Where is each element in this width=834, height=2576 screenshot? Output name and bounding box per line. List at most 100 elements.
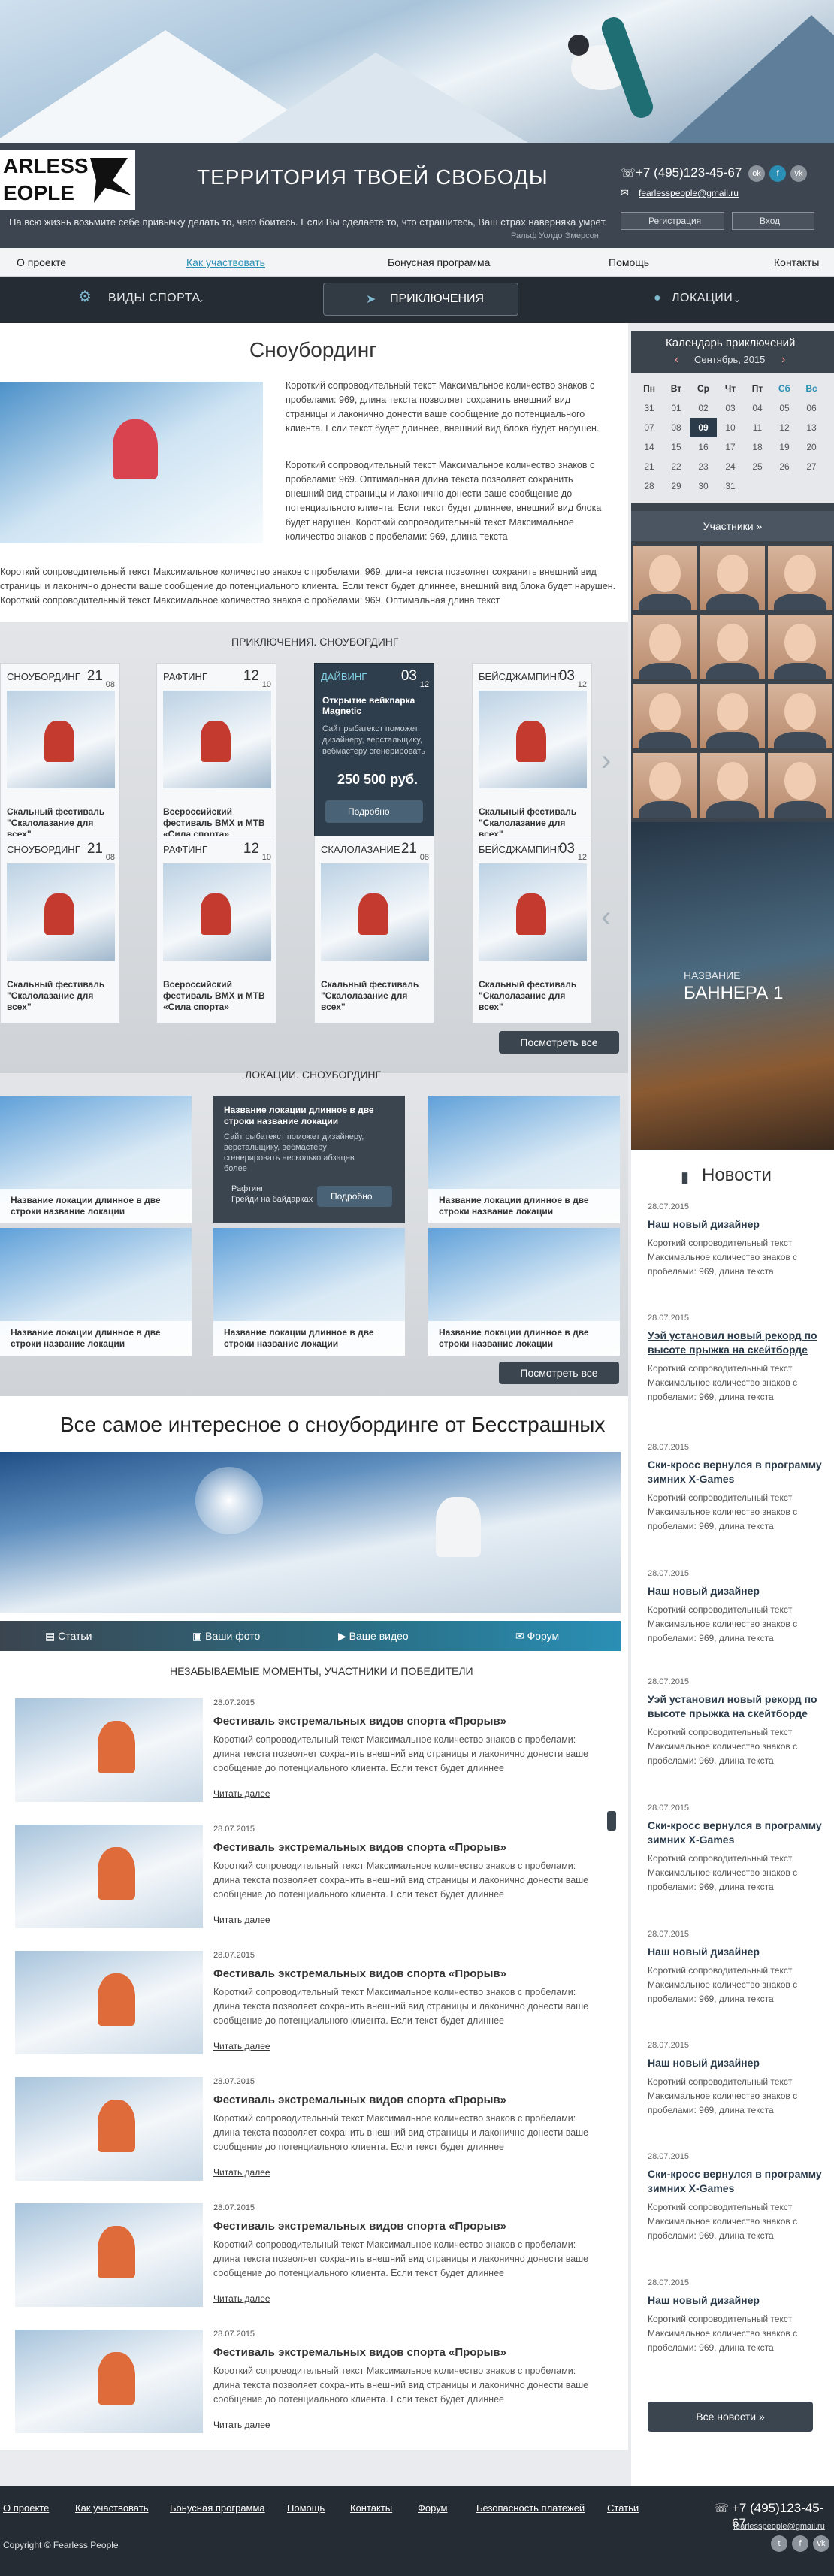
header-email[interactable]: fearlesspeople@gmail.ru [639, 188, 739, 198]
logo[interactable]: ARLESS EOPLE [0, 150, 135, 210]
avatar[interactable] [633, 546, 697, 610]
facebook-icon[interactable]: f [792, 2535, 808, 2552]
avatar[interactable] [768, 753, 832, 818]
news-item[interactable]: 28.07.2015 Наш новый дизайнер Короткий соп… [648, 1569, 828, 1646]
header-phone[interactable]: +7 (495)123-45-67 [636, 165, 742, 180]
article-item[interactable]: 28.07.2015 Фестиваль экстремальных видов … [15, 1698, 609, 1819]
footer-link[interactable]: Безопасность платежей [476, 2502, 585, 2514]
topnav-how-to[interactable]: Как участвовать [186, 256, 265, 268]
details-button[interactable]: Подробно [325, 800, 423, 823]
footer-link[interactable]: О проекте [3, 2502, 49, 2514]
news-item[interactable]: 28.07.2015 Ски-кросс вернулся в программу… [648, 2152, 828, 2243]
avatar[interactable] [768, 684, 832, 748]
calendar-today[interactable]: 09 [690, 418, 717, 437]
arrow-right-icon[interactable]: › [601, 744, 611, 778]
news-item[interactable]: 28.07.2015 Наш новый дизайнер Короткий соп… [648, 2041, 828, 2118]
footer-link[interactable]: Статьи [607, 2502, 639, 2514]
news-item[interactable]: 28.07.2015 Уэй установил новый рекорд по … [648, 1314, 828, 1404]
ad-banner[interactable]: НАЗВАНИЕ БАННЕРА 1 [631, 822, 834, 1150]
footer-link[interactable]: Бонусная программа [170, 2502, 265, 2514]
arrow-right-icon[interactable]: › [781, 353, 785, 367]
avatar[interactable] [633, 615, 697, 679]
read-more-link[interactable]: Читать далее [213, 1788, 270, 1799]
details-button[interactable]: Подробно [317, 1186, 392, 1207]
article-item[interactable]: 28.07.2015 Фестиваль экстремальных видов … [15, 2330, 609, 2450]
footer-link[interactable]: Контакты [350, 2502, 392, 2514]
topnav-contacts[interactable]: Контакты [774, 256, 819, 268]
adventure-card[interactable]: СКАЛОЛАЗАНИЕ 21 08 Скальный фестиваль "Ска… [314, 836, 434, 1023]
news-item[interactable]: 28.07.2015 Наш новый дизайнер Короткий соп… [648, 1202, 828, 1279]
nav-adventures[interactable]: ➤ ПРИКЛЮЧЕНИЯ [323, 283, 518, 316]
vk-icon[interactable]: vk [813, 2535, 829, 2552]
tab-forum[interactable]: ✉ Форум [515, 1621, 559, 1651]
topnav-bonus[interactable]: Бонусная программа [388, 256, 490, 268]
adventure-card[interactable]: РАФТИНГ 12 10 Всероссийский фестиваль ВМХ … [156, 836, 276, 1023]
location-card[interactable]: Название локации длинное в две строки на… [428, 1228, 620, 1356]
footer [0, 2486, 834, 2576]
avatar[interactable] [768, 546, 832, 610]
arrow-left-icon[interactable]: ‹ [601, 900, 611, 934]
intro-paragraph-1: Короткий сопроводительный текст Максимал… [286, 380, 600, 434]
location-card-active[interactable]: Название локации длинное в две строки на… [213, 1096, 405, 1223]
article-item[interactable]: 28.07.2015 Фестиваль экстремальных видов … [15, 2203, 609, 2324]
article-item[interactable]: 28.07.2015 Фестиваль экстремальных видов … [15, 2077, 609, 2197]
read-more-link[interactable]: Читать далее [213, 2167, 270, 2178]
read-more-link[interactable]: Читать далее [213, 2041, 270, 2051]
avatar[interactable] [700, 615, 765, 679]
news-item[interactable]: 28.07.2015 Наш новый дизайнер Короткий соп… [648, 1930, 828, 2006]
news-item[interactable]: 28.07.2015 Уэй установил новый рекорд по … [648, 1677, 828, 1768]
location-card[interactable]: Название локации длинное в две строки на… [0, 1096, 192, 1223]
adventure-card[interactable]: БЕЙСДЖАМПИНГ 03 12 Скальный фестиваль "Ска… [472, 663, 592, 851]
all-news-button[interactable]: Все новости » [648, 2402, 813, 2432]
read-more-link[interactable]: Читать далее [213, 2293, 270, 2304]
view-all-locations-button[interactable]: Посмотреть все [499, 1362, 619, 1384]
footer-link[interactable]: Как участвовать [75, 2502, 148, 2514]
facebook-icon[interactable]: f [769, 165, 786, 182]
nav-sports[interactable]: ВИДЫ СПОРТА [108, 292, 200, 305]
avatar[interactable] [633, 753, 697, 818]
tab-articles[interactable]: ▤ Статьи [45, 1621, 92, 1651]
participants-button[interactable]: Участники » [631, 511, 834, 541]
topnav-about[interactable]: О проекте [17, 256, 66, 268]
adventure-card[interactable]: СНОУБОРДИНГ 21 08 Скальный фестиваль "Скал… [0, 663, 120, 851]
adventure-card[interactable]: БЕЙСДЖАМПИНГ 03 12 Скальный фестиваль "Ска… [472, 836, 592, 1023]
avatar[interactable] [768, 615, 832, 679]
quote-author: Ральф Уолдо Эмерсон [511, 231, 599, 240]
arrow-left-icon[interactable]: ‹ [675, 353, 678, 367]
footer-link[interactable]: Форум [418, 2502, 448, 2514]
location-card[interactable]: Название локации длинное в две строки на… [0, 1228, 192, 1356]
view-all-adventures-button[interactable]: Посмотреть все [499, 1031, 619, 1054]
article-item[interactable]: 28.07.2015 Фестиваль экстремальных видов … [15, 1951, 609, 2071]
intro-paragraph-2: Короткий сопроводительный текст Максимал… [286, 460, 602, 542]
nav-locations[interactable]: ЛОКАЦИИ [672, 292, 733, 305]
news-item[interactable]: 28.07.2015 Ски-кросс вернулся в программу… [648, 1443, 828, 1534]
card-image [7, 691, 115, 788]
login-button[interactable]: Вход [732, 212, 814, 230]
intro-paragraph-3: Короткий сопроводительный текст Максимал… [0, 567, 616, 606]
read-more-link[interactable]: Читать далее [213, 1915, 270, 1925]
ok-icon[interactable]: ok [748, 165, 765, 182]
topnav-help[interactable]: Помощь [609, 256, 649, 268]
news-item[interactable]: 28.07.2015 Ски-кросс вернулся в программу… [648, 1804, 828, 1894]
avatar[interactable] [700, 684, 765, 748]
quote: На всю жизнь возьмите себе привычку дела… [9, 216, 607, 228]
read-more-link[interactable]: Читать далее [213, 2420, 270, 2430]
tab-videos[interactable]: ▶ Ваше видео [338, 1621, 409, 1651]
news-item[interactable]: 28.07.2015 Наш новый дизайнер Короткий соп… [648, 2278, 828, 2355]
twitter-icon[interactable]: t [771, 2535, 787, 2552]
article-image [15, 2330, 203, 2433]
location-card[interactable]: Название локации длинное в две строки на… [213, 1228, 405, 1356]
footer-email[interactable]: fearlesspeople@gmail.ru [733, 2522, 825, 2531]
avatar[interactable] [633, 684, 697, 748]
avatar[interactable] [700, 546, 765, 610]
footer-link[interactable]: Помощь [287, 2502, 325, 2514]
tab-photos[interactable]: ▣ Ваши фото [192, 1621, 260, 1651]
location-card[interactable]: Название локации длинное в две строки на… [428, 1096, 620, 1223]
avatar[interactable] [700, 753, 765, 818]
adventure-card[interactable]: РАФТИНГ 12 10 Всероссийский фестиваль ВМХ … [156, 663, 276, 851]
article-item[interactable]: 28.07.2015 Фестиваль экстремальных видов … [15, 1825, 609, 1945]
adventure-card-active[interactable]: ДАЙВИНГ 03 12 Открытие вейкпарка Magnetic … [314, 663, 434, 851]
adventure-card[interactable]: СНОУБОРДИНГ 21 08 Скальный фестиваль "Скал… [0, 836, 120, 1023]
vk-icon[interactable]: vk [790, 165, 807, 182]
register-button[interactable]: Регистрация [621, 212, 724, 230]
